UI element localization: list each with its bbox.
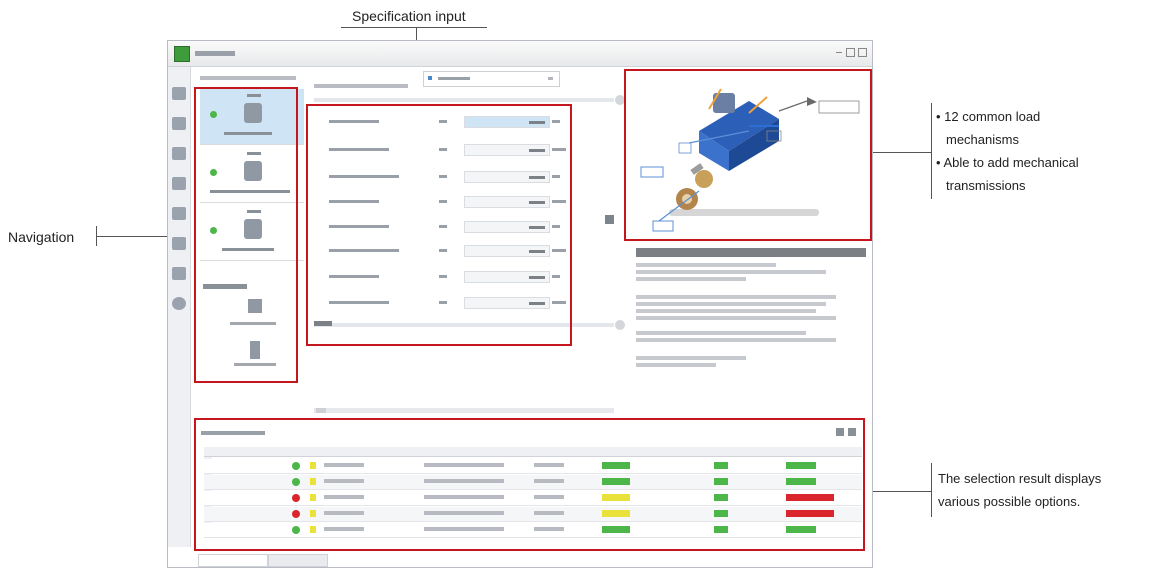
result-bracket bbox=[931, 463, 932, 517]
description-text-line bbox=[636, 263, 776, 267]
print-icon[interactable] bbox=[172, 177, 186, 190]
spec-side-button[interactable] bbox=[605, 215, 614, 224]
tab-2[interactable] bbox=[268, 554, 328, 567]
mechanism-callout-2: mechanisms bbox=[946, 132, 1019, 147]
description-text-line bbox=[636, 295, 836, 299]
description-text-line bbox=[636, 338, 836, 342]
result-leader bbox=[864, 491, 931, 492]
description-text-line bbox=[636, 309, 816, 313]
tool-icon-bar bbox=[168, 67, 191, 547]
description-text-line bbox=[636, 302, 826, 306]
nav-header-blur bbox=[200, 76, 296, 80]
description-header bbox=[636, 248, 866, 257]
mechanism-callout-4: transmissions bbox=[946, 178, 1026, 193]
mechanism-leader bbox=[867, 152, 931, 153]
open-icon[interactable] bbox=[172, 117, 186, 130]
spec-input-underline bbox=[341, 27, 487, 28]
section-divider bbox=[314, 98, 614, 102]
result-callout-2: various possible options. bbox=[938, 494, 1081, 509]
navigation-highlight bbox=[194, 87, 298, 383]
mechanism-bracket bbox=[931, 103, 932, 199]
description-text-line bbox=[636, 331, 806, 335]
report-icon[interactable] bbox=[172, 207, 186, 220]
mechanism-highlight bbox=[624, 69, 872, 241]
mechanism-callout-3: • Able to add mechanical bbox=[936, 155, 1079, 170]
app-title-blur bbox=[195, 51, 235, 56]
home-icon[interactable] bbox=[172, 87, 186, 100]
description-text-line bbox=[636, 363, 716, 367]
description-text-line bbox=[636, 270, 826, 274]
export-icon[interactable] bbox=[172, 237, 186, 250]
mechanism-select-label-blur bbox=[314, 84, 408, 88]
description-text-line bbox=[636, 356, 746, 360]
spec-input-highlight bbox=[306, 104, 572, 346]
description-text-line bbox=[636, 316, 836, 320]
app-icon bbox=[174, 46, 190, 62]
window-controls[interactable] bbox=[836, 48, 867, 58]
tab-1[interactable] bbox=[198, 554, 268, 567]
mechanism-select[interactable] bbox=[423, 71, 560, 87]
database-icon[interactable] bbox=[172, 267, 186, 280]
spec-input-callout: Specification input bbox=[352, 8, 466, 24]
horizontal-scrollbar[interactable] bbox=[314, 408, 614, 413]
collapse-icon[interactable] bbox=[615, 320, 625, 330]
navigation-callout: Navigation bbox=[8, 229, 75, 245]
save-icon[interactable] bbox=[172, 147, 186, 160]
mechanism-callout-1: • 12 common load bbox=[936, 109, 1041, 124]
result-callout-1: The selection result displays bbox=[938, 471, 1102, 486]
result-highlight bbox=[194, 418, 865, 551]
result-tabs[interactable] bbox=[198, 554, 336, 567]
settings-icon[interactable] bbox=[172, 297, 186, 310]
description-text-line bbox=[636, 277, 746, 281]
title-bar bbox=[168, 41, 872, 67]
